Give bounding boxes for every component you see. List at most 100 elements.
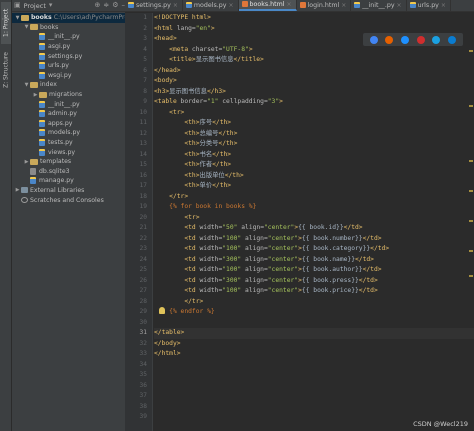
editor-tab-login-html[interactable]: login.html × [297, 0, 352, 11]
tree-item-manage-py[interactable]: manage.py [12, 176, 125, 186]
lightbulb-icon[interactable] [159, 307, 165, 314]
code-token-attr: align= [245, 276, 268, 284]
code-token-tag: </body> [154, 339, 181, 347]
project-panel-header: ▣ Project ▾ ⊕ ≑ ⚙ – [12, 0, 125, 12]
chrome-icon[interactable] [369, 35, 378, 44]
code-token-value: "300" [222, 255, 246, 263]
close-icon[interactable]: × [173, 2, 178, 9]
code-token-attr: width= [199, 266, 223, 273]
code-token-attr: lang= [176, 24, 196, 32]
code-token-tag: <tr> [169, 108, 185, 116]
line-number: 18 [139, 192, 147, 200]
tab-label: urls.py [417, 1, 439, 9]
line-number: 23 [139, 245, 147, 252]
edge-icon[interactable] [448, 35, 457, 44]
firefox-icon[interactable] [385, 35, 394, 44]
safari-icon[interactable] [401, 35, 410, 44]
close-icon[interactable]: × [441, 2, 446, 9]
expand-down-icon[interactable]: ▼ [14, 15, 21, 21]
gear-icon[interactable]: ⚙ [112, 2, 118, 9]
code-token-attr: charset= [191, 45, 223, 53]
chevron-down-icon[interactable]: ▾ [49, 2, 53, 9]
editor-tab-settings-py[interactable]: settings.py × [125, 0, 183, 11]
tree-item-migrations[interactable]: ▶ migrations [12, 90, 125, 100]
editor-tab-urls-py[interactable]: urls.py × [407, 0, 451, 11]
tree-item-views-py[interactable]: views.py [12, 147, 125, 157]
line-number: 4 [143, 45, 147, 53]
project-tool-tab[interactable]: 1: Project [1, 2, 11, 44]
code-token-text: 作者 [199, 161, 213, 168]
code-line: </tr> [154, 297, 474, 308]
html-file-icon [299, 2, 306, 8]
editor-tab-models-py[interactable]: models.py × [183, 0, 239, 11]
code-token-tag: <title> [169, 56, 196, 63]
python-file-icon [409, 2, 416, 8]
project-panel-title[interactable]: Project [24, 2, 46, 10]
tree-item-books[interactable]: ▼ books C:\Users\ad\PycharmPro [12, 13, 125, 23]
structure-tool-tab[interactable]: Z: Structure [1, 48, 11, 92]
tree-item-wsgi-py[interactable]: wsgi.py [12, 71, 125, 81]
tree-item-scratches-and-consoles[interactable]: Scratches and Consoles [12, 195, 125, 205]
code-token-tag: </td> [354, 255, 374, 263]
python-file-icon [128, 2, 134, 8]
scrollbar-markers[interactable] [469, 20, 473, 320]
line-number: 13 [139, 140, 147, 147]
python-file-icon [39, 71, 45, 79]
tree-item-asgi-py[interactable]: asgi.py [12, 42, 125, 52]
close-icon[interactable]: × [229, 2, 234, 9]
expand-right-icon[interactable]: ▶ [14, 187, 21, 193]
tree-item-models-py[interactable]: models.py [12, 128, 125, 138]
code-token-tag: <td [184, 224, 200, 231]
expand-right-icon[interactable]: ▶ [23, 159, 30, 165]
code-token-attr: align= [245, 245, 268, 252]
tree-item-admin-py[interactable]: admin.py [12, 109, 125, 119]
opera-icon[interactable] [416, 35, 425, 44]
tree-item-db-sqlite3[interactable]: db.sqlite3 [12, 167, 125, 177]
close-icon[interactable]: × [341, 2, 346, 9]
tree-item-templates[interactable]: ▶ templates [12, 157, 125, 167]
tree-item--init-py[interactable]: __init__.py [12, 32, 125, 42]
code-token-tag: <body> [154, 77, 177, 84]
tree-item-label: templates [40, 158, 72, 166]
code-view[interactable]: <!DOCTYPE html> <html lang="en"> <head> <m… [154, 13, 474, 431]
tree-item--init-py[interactable]: __init__.py [12, 99, 125, 109]
code-token-value: "center" [267, 234, 299, 242]
tree-item-tests-py[interactable]: tests.py [12, 138, 125, 148]
tab-label: __init__.py [362, 1, 395, 9]
code-token-tag: <html [154, 24, 177, 32]
code-line: <h3>显示图书信息</h3> [154, 87, 474, 98]
tree-item-settings-py[interactable]: settings.py [12, 51, 125, 61]
tree-item-urls-py[interactable]: urls.py [12, 61, 125, 71]
editor-tab-books-html[interactable]: books.html × [238, 0, 297, 11]
tree-item-apps-py[interactable]: apps.py [12, 119, 125, 129]
tree-item-external-libraries[interactable]: ▶ External Libraries [12, 186, 125, 196]
code-token-value: "50" [222, 224, 242, 231]
expand-right-icon[interactable]: ▶ [32, 92, 39, 98]
python-file-icon [39, 33, 45, 41]
code-line: </head> [154, 66, 474, 77]
line-number: 26 [139, 276, 147, 284]
close-icon[interactable]: × [287, 1, 292, 8]
expand-down-icon[interactable]: ▼ [23, 82, 30, 88]
close-icon[interactable]: × [397, 2, 402, 9]
code-token-tag: <th> [184, 129, 200, 137]
code-line: <th>序号</th> [154, 118, 474, 129]
locate-icon[interactable]: ⊕ [94, 2, 100, 9]
code-token-tag: <td [184, 287, 200, 294]
collapse-all-icon[interactable]: ≑ [103, 2, 109, 9]
tree-item-books[interactable]: ▼ books [12, 23, 125, 33]
project-panel: ▣ Project ▾ ⊕ ≑ ⚙ – ▼ books C:\Users\ad\Py… [12, 0, 125, 431]
editor-tab--init-py[interactable]: __init__.py × [351, 0, 407, 11]
expand-down-icon[interactable]: ▼ [23, 24, 30, 30]
line-number: 10 [139, 108, 147, 116]
tree-item-index[interactable]: ▼ index [12, 80, 125, 90]
ie-icon[interactable] [432, 35, 441, 44]
browser-preview-bar [363, 33, 463, 46]
